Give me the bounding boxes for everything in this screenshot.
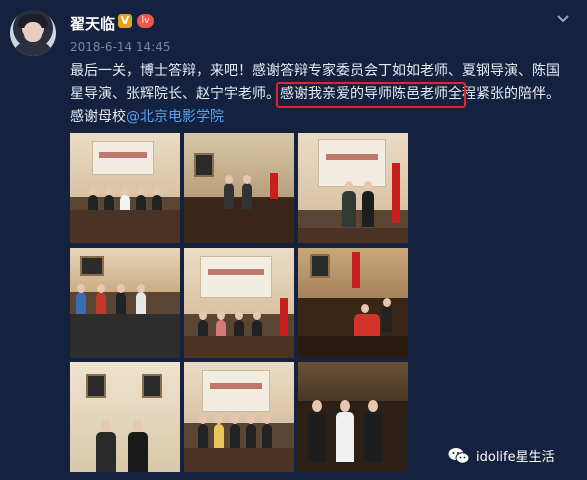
highlighted-text: 感谢我亲爱的导师陈邑老师全: [276, 82, 466, 108]
chevron-down-icon[interactable]: [556, 10, 570, 24]
level-badge: lv: [137, 14, 154, 28]
post-line: 最后一关，博士答辩，来吧！感谢答辩专家委员会丁如如老师、夏钢导演、陈国: [70, 63, 560, 79]
photo-8[interactable]: [184, 362, 294, 472]
photo-3[interactable]: [298, 133, 408, 243]
post-line-part: 感谢母校: [70, 109, 126, 125]
post-line: 感谢母校@北京电影学院: [70, 106, 570, 129]
post-time[interactable]: 2018-6-14 14:45: [70, 40, 171, 54]
post-line: 星导演、张辉院长、赵宁宇老师。感谢我亲爱的导师陈邑老师全程紧张的陪伴。: [70, 82, 570, 108]
photo-7[interactable]: [70, 362, 180, 472]
photo-2[interactable]: [184, 133, 294, 243]
post-text: 最后一关，博士答辩，来吧！感谢答辩专家委员会丁如如老师、夏钢导演、陈国 星导演、…: [70, 60, 570, 129]
post-line-part: 星导演、张辉院长、赵宁宇老师。: [70, 86, 280, 102]
user-name[interactable]: 翟天临: [70, 13, 115, 34]
post-line-part: 程紧张的陪伴。: [462, 86, 560, 102]
photo-5[interactable]: [184, 248, 294, 358]
avatar[interactable]: [10, 10, 56, 56]
mention-link[interactable]: @北京电影学院: [126, 109, 224, 125]
photo-6[interactable]: [298, 248, 408, 358]
photo-4[interactable]: [70, 248, 180, 358]
wechat-icon: [448, 447, 470, 465]
verified-badge: V: [118, 14, 132, 28]
watermark: idolife星生活: [448, 446, 555, 465]
photo-9[interactable]: [298, 362, 408, 472]
photo-1[interactable]: [70, 133, 180, 243]
watermark-text: idolife星生活: [476, 450, 555, 465]
